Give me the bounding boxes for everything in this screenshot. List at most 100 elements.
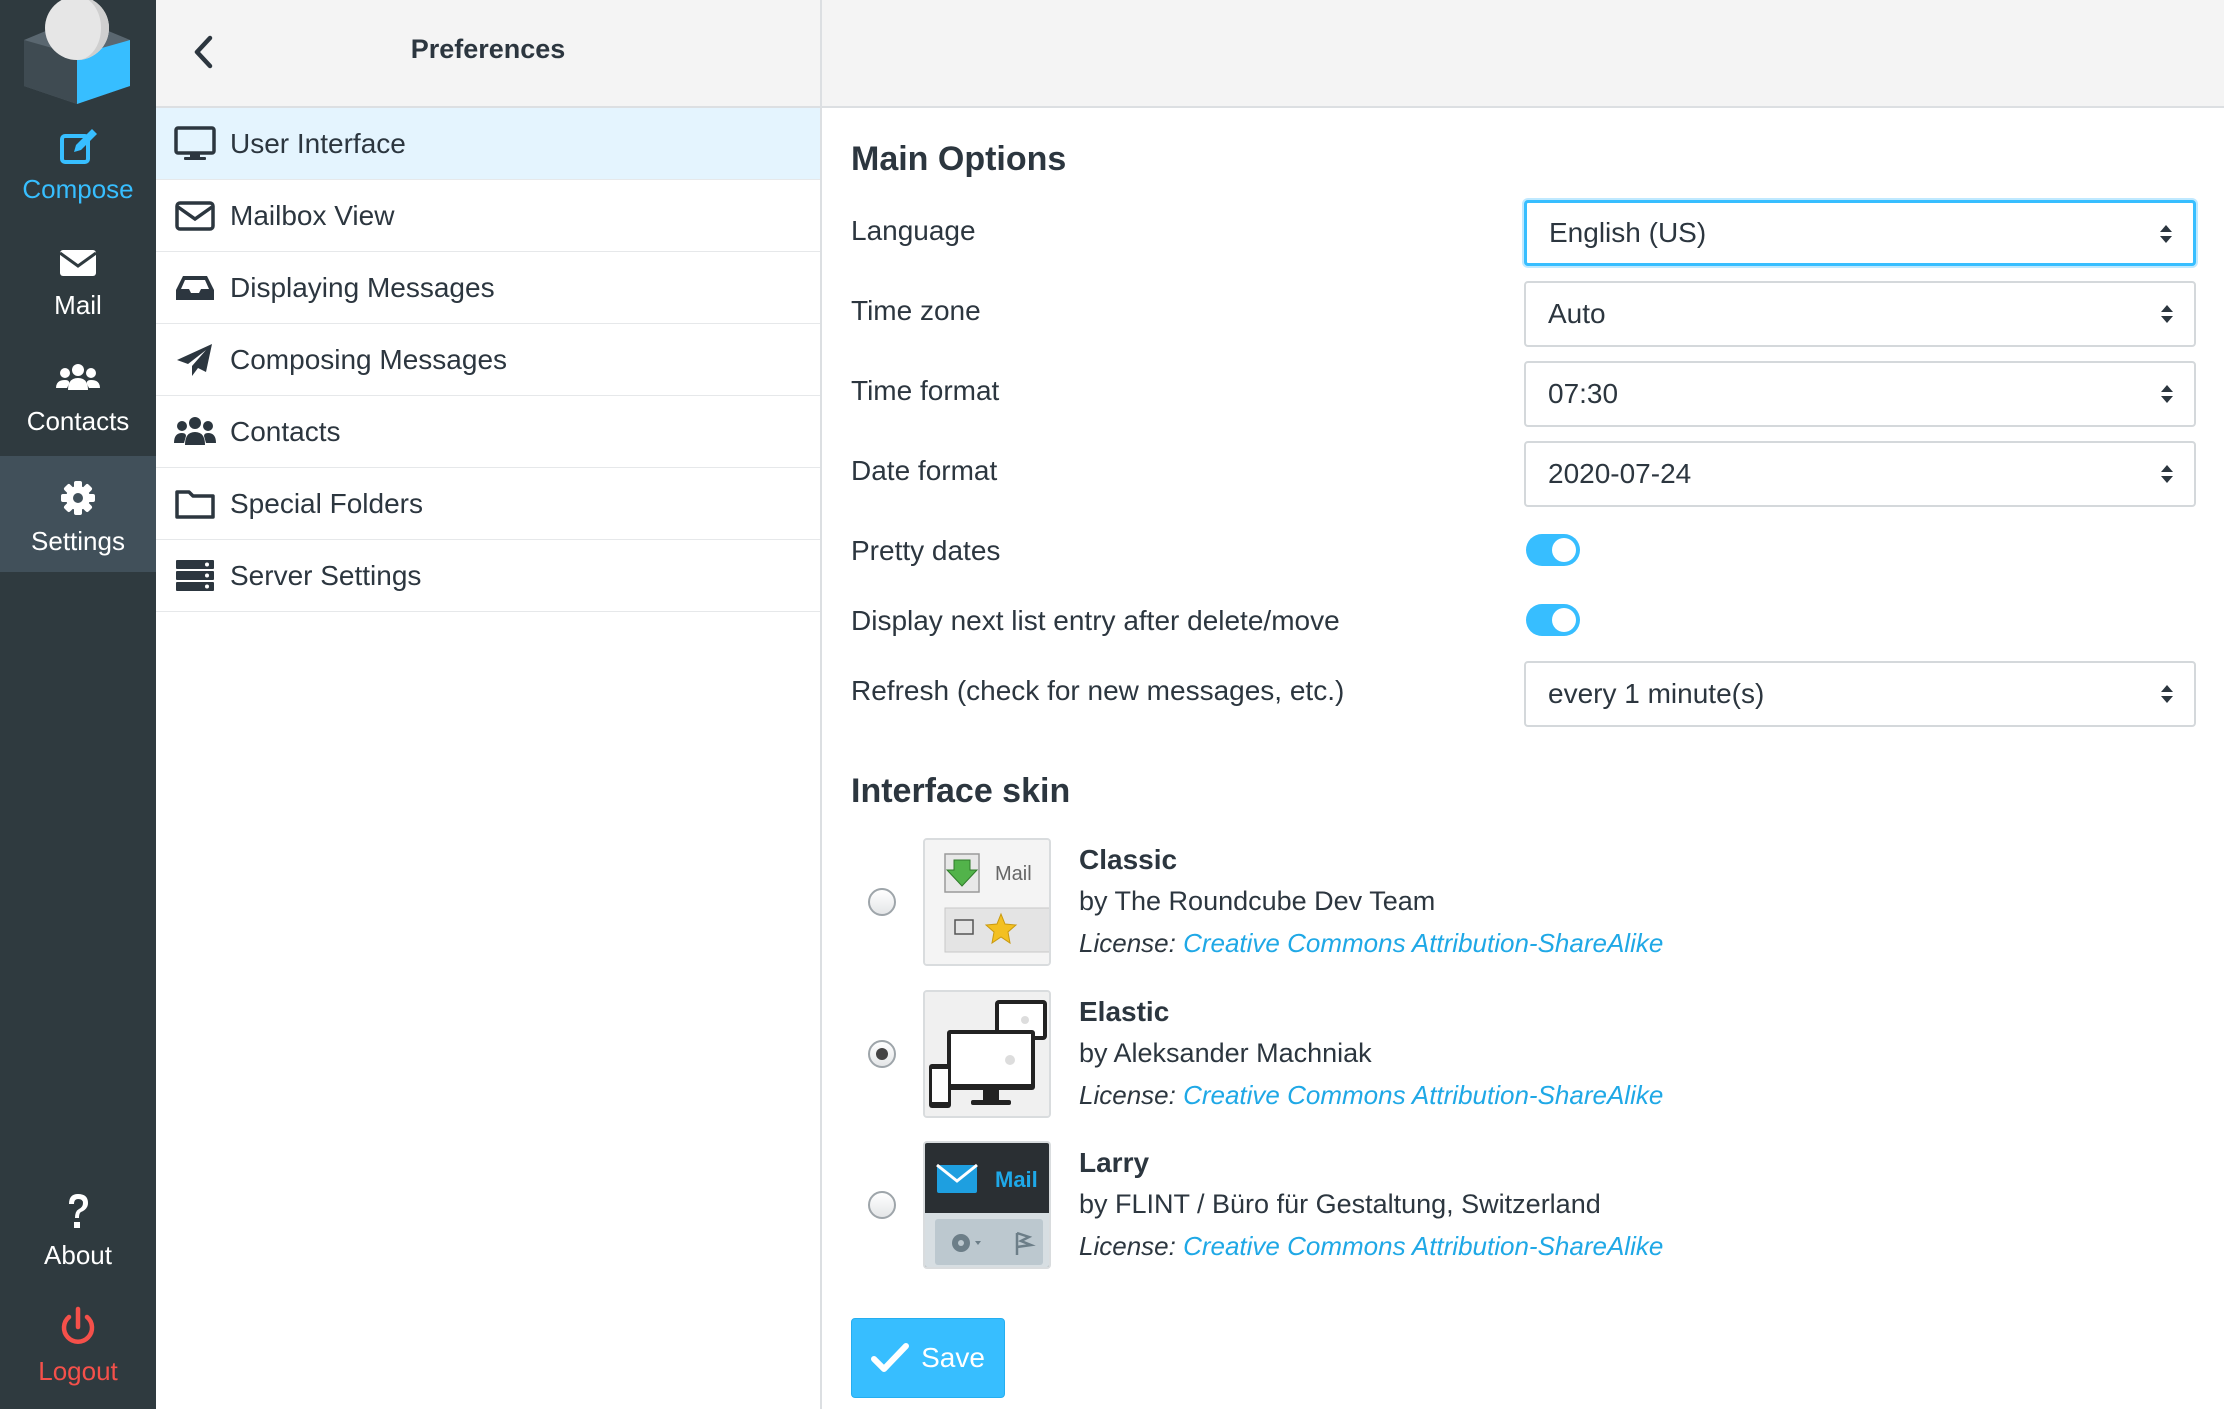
timezone-select[interactable]: Auto [1524,281,2196,347]
pref-item-label: Composing Messages [230,343,508,375]
skin-license-elastic: License: Creative Commons Attribution-Sh… [1079,1080,1663,1111]
interface-skin-heading: Interface skin [851,772,1071,810]
skin-name-elastic: Elastic [1079,996,1170,1027]
preferences-panel: Preferences User Interface Mailbox View … [156,0,822,1409]
select-arrows-icon [2161,385,2173,403]
nav-logout[interactable]: Logout [0,1304,156,1409]
compose-icon [60,129,97,164]
pref-item-label: Mailbox View [230,199,395,231]
skin-license-larry: License: Creative Commons Attribution-Sh… [1079,1231,1663,1262]
select-arrows-icon [2160,225,2172,243]
skin-author-classic: by The Roundcube Dev Team [1079,886,1436,916]
language-value: English (US) [1549,217,1707,248]
license-prefix: License: [1079,1231,1176,1261]
license-prefix: License: [1079,928,1176,958]
checkmark-icon [871,1343,910,1372]
skin-author-elastic: by Aleksander Machniak [1079,1038,1372,1068]
settings-content: Main Options Language English (US) Time … [822,110,2224,1409]
classic-skin-thumbnail[interactable]: Mail [923,838,1051,966]
pref-item-displaying-messages[interactable]: Displaying Messages [156,252,820,324]
nav-contacts[interactable]: Contacts [0,354,156,470]
inbox-icon [176,275,214,300]
preferences-header: Preferences [156,0,820,108]
select-arrows-icon [2161,685,2173,703]
preferences-title: Preferences [410,34,566,64]
skin-name-classic: Classic [1079,844,1178,875]
envelope-icon [59,250,97,276]
main-options-heading: Main Options [851,140,1067,178]
skin-row-larry: Mail Larry by FLINT / Büro für Gestaltun… [822,1141,2224,1271]
timeformat-select[interactable]: 07:30 [1524,361,2196,427]
users-icon [56,364,100,390]
folder-icon [175,489,215,519]
elastic-skin-thumbnail[interactable] [923,990,1051,1118]
timeformat-value: 07:30 [1548,378,1619,409]
nav-logout-label: Logout [38,1356,118,1386]
nav-settings-label: Settings [31,526,125,556]
pref-item-server-settings[interactable]: Server Settings [156,540,820,612]
nav-settings[interactable]: Settings [0,456,156,572]
language-select[interactable]: English (US) [1524,200,2196,266]
skin-radio-larry[interactable] [868,1191,896,1219]
dateformat-label: Date format [851,455,998,486]
pref-item-label: Displaying Messages [230,271,495,303]
question-icon [69,1194,88,1228]
pref-item-label: Special Folders [230,487,423,519]
refresh-value: every 1 minute(s) [1548,678,1765,709]
nav-mail-label: Mail [54,290,102,320]
content-header [822,0,2224,108]
nav-mail[interactable]: Mail [0,238,156,354]
dateformat-value: 2020-07-24 [1548,458,1692,489]
pref-item-label: User Interface [230,127,406,159]
pref-item-label: Server Settings [230,559,422,591]
select-arrows-icon [2161,305,2173,323]
next-entry-toggle[interactable] [1526,604,1580,636]
save-label: Save [921,1342,985,1373]
toggle-knob [1552,608,1576,632]
dateformat-select[interactable]: 2020-07-24 [1524,441,2196,507]
timeformat-label: Time format [851,375,1000,406]
users-icon [174,416,216,445]
refresh-label: Refresh (check for new messages, etc.) [851,675,1345,706]
next-entry-label: Display next list entry after delete/mov… [851,605,1340,636]
larry-thumb-label: Mail [995,1167,1038,1192]
refresh-select[interactable]: every 1 minute(s) [1524,661,2196,727]
toggle-knob [1552,538,1576,562]
larry-skin-thumbnail[interactable]: Mail [923,1141,1051,1269]
envelope-icon [175,200,215,231]
roundcube-logo [24,0,130,104]
classic-thumbnail-image: Mail [925,840,1049,964]
language-label: Language [851,215,976,246]
gear-icon [61,481,95,515]
nav-compose-label: Compose [22,174,134,204]
skin-radio-elastic[interactable] [868,1040,896,1068]
pref-item-label: Contacts [230,415,341,447]
pref-item-special-folders[interactable]: Special Folders [156,468,820,540]
monitor-icon [174,125,216,160]
skin-author-larry: by FLINT / Büro für Gestaltung, Switzerl… [1079,1189,1601,1219]
elastic-thumbnail-image [925,992,1049,1116]
skin-row-classic: Mail Classic by The Roundcube Dev Team L… [822,838,2224,968]
classic-thumb-label: Mail [995,863,1032,885]
pref-item-mailbox-view[interactable]: Mailbox View [156,180,820,252]
skin-radio-classic[interactable] [868,888,896,916]
skin-license-classic: License: Creative Commons Attribution-Sh… [1079,928,1663,959]
license-link-elastic[interactable]: Creative Commons Attribution-ShareAlike [1183,1080,1663,1110]
nav-contacts-label: Contacts [26,406,130,436]
nav-compose[interactable]: Compose [0,122,156,238]
pref-item-user-interface[interactable]: User Interface [156,108,820,180]
timezone-label: Time zone [851,295,981,326]
pref-item-composing-messages[interactable]: Composing Messages [156,324,820,396]
pretty-dates-label: Pretty dates [851,535,1001,566]
license-link-larry[interactable]: Creative Commons Attribution-ShareAlike [1183,1231,1663,1261]
license-prefix: License: [1079,1080,1176,1110]
pretty-dates-toggle[interactable] [1526,534,1580,566]
save-button[interactable]: Save [851,1318,1005,1398]
app-navigation: Compose Mail Contacts Settings About Log… [0,0,156,1409]
nav-about[interactable]: About [0,1188,156,1304]
select-arrows-icon [2161,465,2173,483]
larry-thumbnail-image: Mail [925,1143,1049,1267]
pref-item-contacts[interactable]: Contacts [156,396,820,468]
license-link-classic[interactable]: Creative Commons Attribution-ShareAlike [1183,928,1663,958]
paper-plane-icon [177,343,212,376]
